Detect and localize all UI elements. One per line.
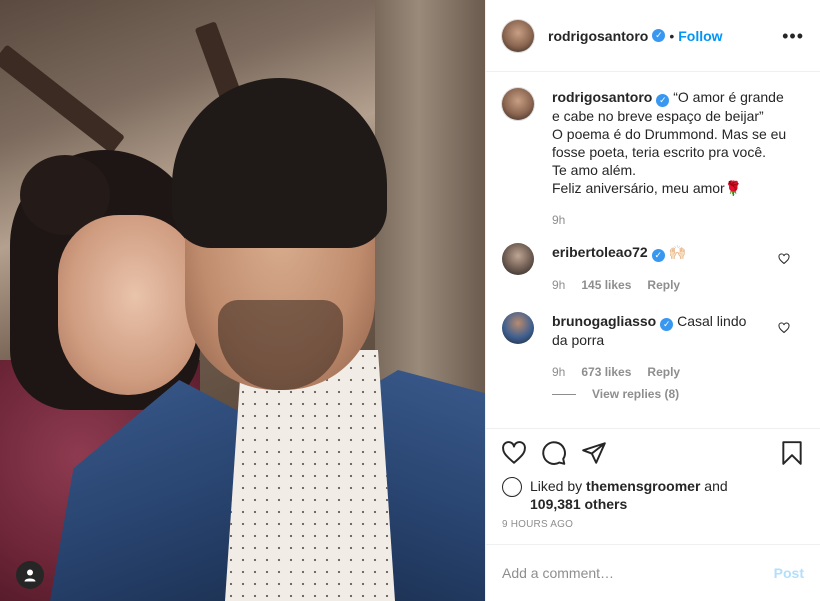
heart-icon	[502, 441, 526, 464]
author-avatar[interactable]	[502, 19, 534, 52]
action-bar	[486, 429, 820, 477]
liked-by-and: and	[704, 478, 728, 494]
comment-likes[interactable]: 145 likes	[581, 276, 631, 294]
author-username[interactable]: rodrigosantoro	[548, 28, 648, 44]
post-header: rodrigosantoro ✓ • Follow •••	[486, 0, 820, 72]
liker-avatar[interactable]	[502, 477, 522, 497]
comment-likes[interactable]: 673 likes	[581, 363, 631, 381]
verified-badge-icon: ✓	[660, 318, 674, 331]
bookmark-icon	[782, 441, 802, 465]
caption-text-line: “O amor é grande	[673, 89, 784, 105]
post-modal: rodrigosantoro ✓ • Follow ••• rodrigosan…	[0, 0, 820, 601]
post-comment-button[interactable]: Post	[774, 565, 804, 581]
caption-text-line: fosse poeta, teria escrito pra você.	[552, 144, 766, 160]
comment-text: 🙌🏻	[668, 244, 687, 260]
post-side-panel: rodrigosantoro ✓ • Follow ••• rodrigosan…	[485, 0, 820, 601]
more-options-icon[interactable]: •••	[782, 27, 804, 45]
liked-by: Liked by themensgroomer and 109,381 othe…	[486, 477, 820, 513]
follow-button[interactable]: Follow	[678, 28, 722, 44]
liked-by-others[interactable]: 109,381 others	[530, 495, 728, 513]
comments-list[interactable]: rodrigosantoro ✓ “O amor é grande e cabe …	[486, 72, 820, 428]
save-button[interactable]	[778, 439, 806, 467]
liked-by-prefix: Liked by	[530, 478, 583, 494]
comment-time[interactable]: 9h	[552, 363, 565, 381]
verified-badge-icon: ✓	[656, 94, 670, 107]
separator-dot: •	[669, 27, 675, 44]
photo-shirt	[225, 350, 395, 601]
add-comment-input[interactable]	[502, 565, 774, 581]
heart-icon[interactable]	[778, 253, 790, 265]
commenter-avatar[interactable]	[502, 312, 534, 344]
comment-text: Casal lindo	[677, 313, 747, 329]
caption-text-line: Feliz aniversário, meu amor🌹	[552, 180, 743, 196]
caption-text-line: e cabe no breve espaço de beijar”	[552, 108, 764, 124]
comment-item: brunogagliasso ✓ Casal lindo da porra 9h …	[502, 312, 804, 381]
like-button[interactable]	[500, 439, 528, 467]
share-icon	[582, 442, 606, 464]
user-tag-icon[interactable]	[16, 561, 44, 589]
photo-man-hair	[172, 78, 387, 248]
caption-text-line: O poema é do Drummond. Mas se eu	[552, 126, 787, 142]
add-comment-bar: Post	[486, 544, 820, 601]
photo-woman-face	[58, 215, 198, 395]
commenter-username[interactable]: eribertoleao72	[552, 244, 648, 260]
comment-button[interactable]	[540, 439, 568, 467]
comment-time[interactable]: 9h	[552, 276, 565, 294]
verified-badge-icon: ✓	[651, 249, 665, 262]
comment-icon	[542, 441, 566, 465]
verified-badge-icon: ✓	[652, 29, 666, 42]
view-replies-divider	[552, 393, 576, 395]
reply-button[interactable]: Reply	[647, 276, 680, 294]
reply-button[interactable]: Reply	[647, 363, 680, 381]
caption: rodrigosantoro ✓ “O amor é grande e cabe …	[502, 88, 804, 229]
post-photo[interactable]	[0, 0, 485, 601]
photo-ceiling-beam	[0, 44, 125, 155]
commenter-username[interactable]: brunogagliasso	[552, 313, 656, 329]
heart-icon[interactable]	[778, 322, 790, 334]
view-replies-button[interactable]: View replies (8)	[552, 387, 804, 401]
caption-avatar[interactable]	[502, 88, 534, 120]
caption-text-line: Te amo além.	[552, 162, 637, 178]
share-button[interactable]	[580, 439, 608, 467]
post-actions-section: Liked by themensgroomer and 109,381 othe…	[486, 428, 820, 601]
comment-text: da porra	[552, 332, 605, 348]
caption-time[interactable]: 9h	[552, 211, 565, 229]
liked-by-user[interactable]: themensgroomer	[586, 478, 700, 494]
comment-item: eribertoleao72 ✓ 🙌🏻 9h 145 likes Reply	[502, 243, 804, 294]
post-timestamp[interactable]: 9 HOURS AGO	[486, 513, 820, 530]
commenter-avatar[interactable]	[502, 243, 534, 275]
view-replies-label[interactable]: View replies (8)	[592, 387, 679, 401]
caption-username[interactable]: rodrigosantoro	[552, 89, 652, 105]
